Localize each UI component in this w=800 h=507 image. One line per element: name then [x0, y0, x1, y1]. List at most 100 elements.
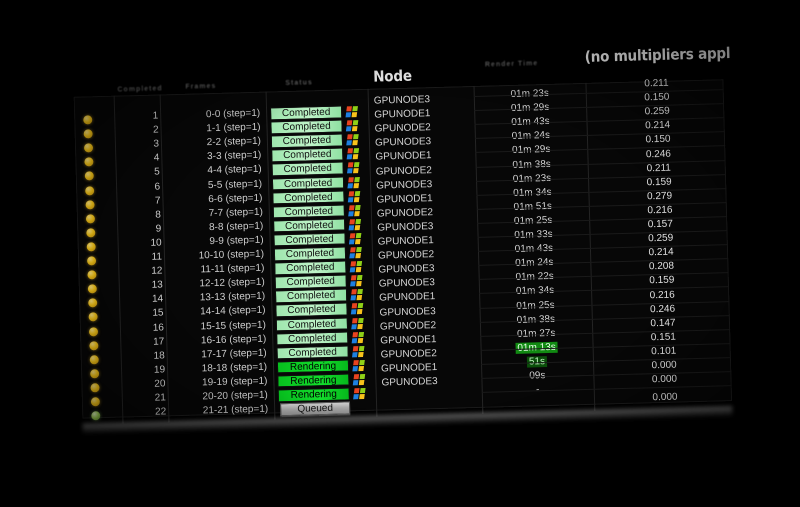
- status-badge-completed: Completed: [271, 147, 344, 163]
- cell-status: Completed: [271, 161, 344, 177]
- column-header-frames[interactable]: Frames: [185, 83, 216, 91]
- cell-task-number: 15: [152, 307, 164, 320]
- status-badge-completed: Completed: [270, 119, 343, 135]
- status-badge-rendering: Rendering: [277, 373, 350, 388]
- cell-frame-range: 21-21 (step=1): [202, 403, 269, 417]
- status-dot-pending: [88, 326, 99, 336]
- cell-status: Completed: [274, 274, 347, 290]
- cell-status: Completed: [273, 218, 346, 233]
- cell-status: Rendering: [277, 387, 350, 402]
- status-badge-completed: Completed: [276, 345, 349, 360]
- cell-task-number: 19: [153, 364, 166, 376]
- cell-os: [345, 105, 364, 118]
- status-dot-pending: [85, 185, 95, 195]
- status-badge-completed: Completed: [276, 331, 349, 346]
- windows-icon: [352, 373, 368, 386]
- cell-frame-range: 5-5 (step=1): [207, 178, 263, 191]
- status-badge-completed: Completed: [273, 246, 347, 261]
- screenshot-root: Completed Frames Status Node Render Time…: [0, 0, 800, 507]
- cell-os: [349, 246, 368, 259]
- cell-os: [350, 288, 369, 301]
- cell-task-number: 8: [155, 209, 162, 221]
- column-header-render-time[interactable]: Render Time: [485, 60, 538, 68]
- perspective-wrapper: Completed Frames Status Node Render Time…: [0, 0, 800, 507]
- status-badge-completed: Completed: [270, 133, 344, 149]
- status-dot-pending: [84, 157, 94, 167]
- status-badge-completed: Completed: [274, 260, 347, 275]
- windows-icon: [347, 162, 362, 174]
- cell-frame-range: 0-0 (step=1): [205, 107, 261, 121]
- status-dot-pending: [89, 354, 99, 365]
- cell-status: Completed: [270, 119, 343, 135]
- cell-frame-range: 12-12 (step=1): [199, 276, 265, 290]
- cell-frame-range: 17-17 (step=1): [201, 347, 267, 361]
- cell-status: Completed: [272, 190, 345, 205]
- cell-os: [349, 260, 368, 273]
- cell-task-number: 14: [151, 293, 164, 306]
- column-header-node[interactable]: Node: [373, 67, 412, 86]
- cell-os: [350, 302, 369, 315]
- cell-status: Completed: [276, 345, 349, 360]
- cell-task-number: 10: [150, 237, 162, 249]
- cell-os: [347, 175, 366, 189]
- cell-task-number: 17: [153, 336, 165, 348]
- cell-os: [347, 161, 365, 174]
- cell-os: [352, 359, 371, 372]
- cell-status: Completed: [271, 147, 344, 163]
- cell-task-number: 2: [152, 124, 159, 136]
- cell-status: Completed: [273, 232, 346, 247]
- cell-frame-range: 9-9 (step=1): [209, 234, 264, 248]
- windows-icon: [351, 331, 366, 344]
- cell-os: [346, 133, 365, 146]
- status-badge-completed: Completed: [274, 274, 347, 290]
- status-badge-completed: Completed: [273, 232, 346, 247]
- status-badge-completed: Completed: [275, 316, 349, 332]
- cell-task-number: 11: [151, 251, 163, 263]
- status-badge-rendering: Rendering: [276, 359, 350, 374]
- cell-os: [351, 316, 370, 329]
- windows-icon: [350, 289, 365, 301]
- task-table[interactable]: 10-0 (step=1)CompletedGPUNODE301m 23s0.2…: [73, 78, 733, 434]
- windows-icon: [350, 303, 366, 315]
- status-badge-completed: Completed: [274, 288, 348, 304]
- cell-status: Completed: [273, 246, 347, 261]
- status-dot-pending: [89, 340, 99, 351]
- column-header-rate[interactable]: (no multipliers appl: [585, 44, 731, 66]
- cell-status: Completed: [274, 288, 348, 304]
- status-badge-completed: Completed: [275, 302, 348, 318]
- cell-frame-range: 2-2 (step=1): [206, 135, 262, 149]
- status-badge-completed: Completed: [273, 218, 346, 233]
- status-dot-pending: [85, 199, 95, 210]
- cell-frame-range: 6-6 (step=1): [208, 192, 263, 205]
- cell-os: [353, 387, 372, 400]
- cell-status: Completed: [275, 302, 348, 318]
- cell-frame-range: 20-20 (step=1): [202, 389, 268, 403]
- status-dot-pending: [84, 171, 94, 181]
- cell-frame-range: 11-11 (step=1): [200, 262, 265, 276]
- windows-icon: [347, 176, 362, 189]
- cell-status: Completed: [270, 133, 344, 149]
- cell-os: [348, 232, 367, 245]
- windows-icon: [349, 247, 364, 259]
- cell-status: Completed: [275, 316, 349, 332]
- cell-status: Rendering: [276, 359, 350, 374]
- status-badge-rendering: Rendering: [277, 387, 350, 402]
- windows-icon: [345, 120, 361, 132]
- cell-task-number: 3: [153, 138, 160, 150]
- windows-icon: [353, 387, 368, 400]
- cell-status: Completed: [272, 204, 345, 219]
- cell-status: Completed: [270, 105, 343, 120]
- cell-task-number: 13: [151, 279, 163, 291]
- status-dot-pending: [90, 383, 100, 393]
- cell-os: [346, 147, 365, 160]
- cell-frame-range: 1-1 (step=1): [206, 121, 261, 135]
- status-dot-pending: [83, 143, 94, 153]
- column-header-completed[interactable]: Completed: [117, 85, 162, 93]
- status-dot-pending: [90, 397, 101, 407]
- status-dot-pending: [87, 270, 97, 280]
- cell-task-number: 16: [152, 321, 165, 334]
- status-dot-pending: [83, 129, 93, 139]
- column-header-status[interactable]: Status: [285, 79, 313, 87]
- status-badge-completed: Completed: [270, 105, 343, 120]
- status-dot-pending: [86, 228, 96, 238]
